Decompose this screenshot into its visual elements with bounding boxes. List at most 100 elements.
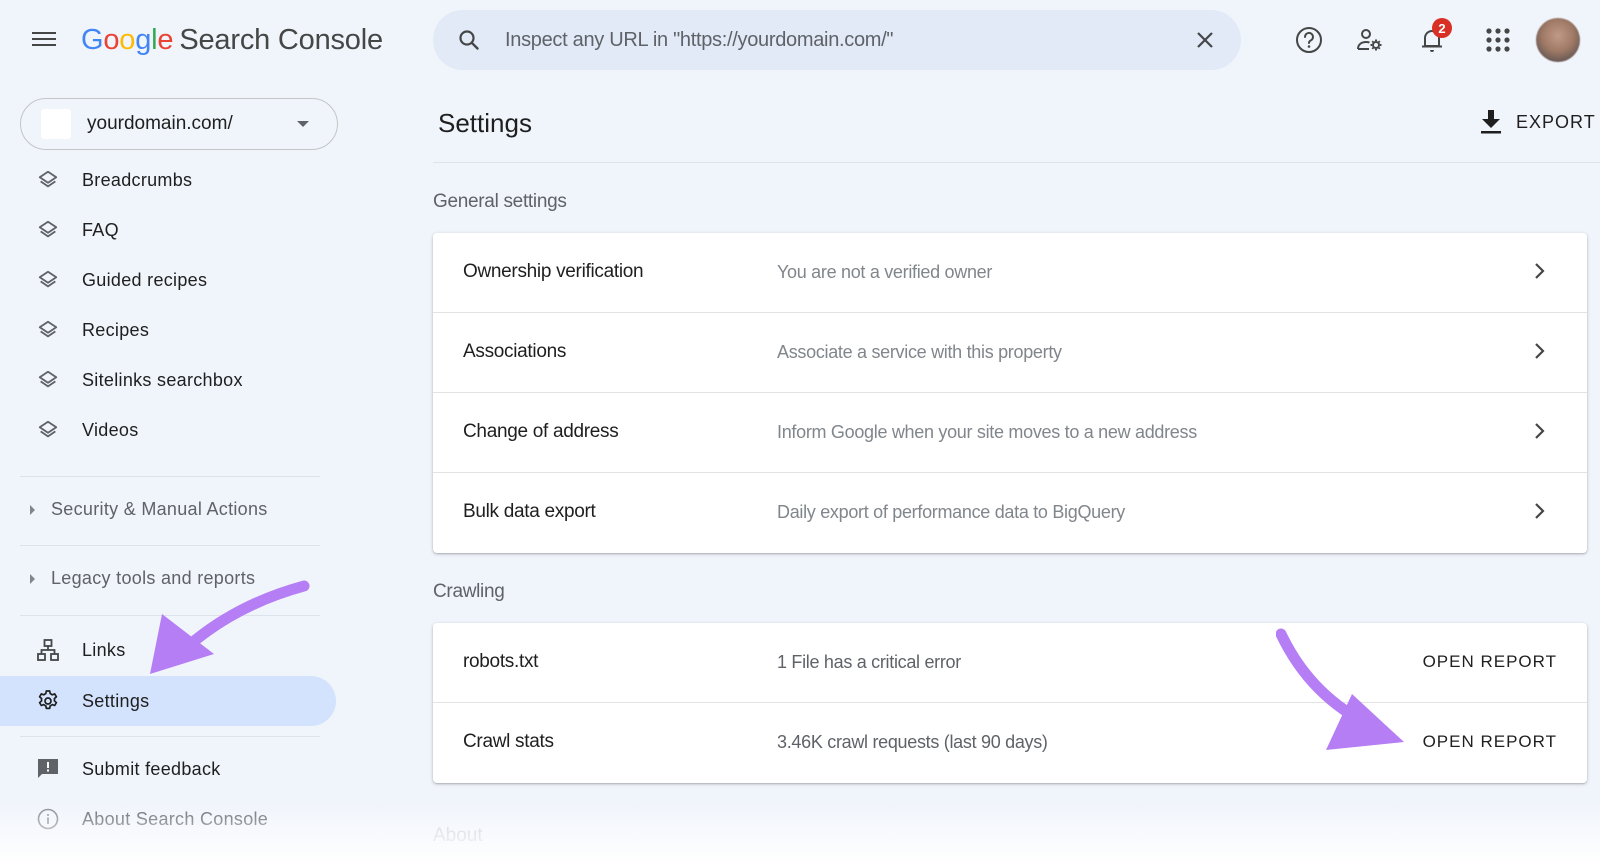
sidebar-item-label: FAQ bbox=[82, 220, 119, 240]
layers-icon bbox=[36, 368, 60, 392]
help-icon bbox=[1296, 27, 1322, 53]
sidebar-divider bbox=[20, 736, 320, 737]
search-icon[interactable] bbox=[457, 28, 481, 57]
notifications-button[interactable]: 2 bbox=[1414, 18, 1452, 58]
sidebar-item-label: Videos bbox=[82, 420, 139, 440]
dropdown-caret-icon bbox=[297, 121, 309, 127]
chevron-right-icon bbox=[1533, 502, 1547, 525]
hamburger-icon-line bbox=[32, 38, 56, 40]
general-settings-card: Ownership verification You are not a veri… bbox=[433, 233, 1587, 553]
logo-letter: g bbox=[135, 24, 152, 56]
search-console-logo[interactable]: Google Search Console bbox=[81, 24, 383, 57]
setting-description: You are not a verified owner bbox=[777, 262, 993, 282]
sidebar-item-label: Submit feedback bbox=[82, 759, 221, 779]
sidebar-divider bbox=[20, 476, 320, 477]
open-report-button[interactable]: OPEN REPORT bbox=[1423, 732, 1557, 752]
general-settings-heading: General settings bbox=[433, 191, 567, 212]
sidebar-item-breadcrumbs[interactable]: Breadcrumbs bbox=[0, 155, 336, 205]
setting-description: Associate a service with this property bbox=[777, 342, 1062, 362]
setting-description: Daily export of performance data to BigQ… bbox=[777, 502, 1125, 522]
sidebar-item-sitelinks-searchbox[interactable]: Sitelinks searchbox bbox=[0, 355, 336, 405]
layers-icon bbox=[36, 268, 60, 292]
manage-users-icon bbox=[1357, 29, 1382, 51]
logo-letter: G bbox=[81, 24, 104, 56]
account-avatar[interactable] bbox=[1536, 18, 1580, 62]
crawling-heading: Crawling bbox=[433, 581, 505, 602]
gear-icon bbox=[36, 689, 60, 713]
crawling-item-name: Crawl stats bbox=[463, 731, 554, 752]
info-icon bbox=[36, 807, 60, 831]
google-apps-button[interactable] bbox=[1480, 22, 1516, 58]
settings-row-associations[interactable]: Associations Associate a service with thi… bbox=[433, 313, 1587, 393]
property-name: yourdomain.com/ bbox=[87, 113, 233, 134]
setting-name: Change of address bbox=[463, 421, 619, 442]
logo-letter: o bbox=[103, 24, 120, 56]
page-title: Settings bbox=[438, 108, 532, 138]
expand-arrow-icon bbox=[30, 505, 35, 515]
sitemap-icon bbox=[36, 638, 60, 662]
sidebar-item-label: Recipes bbox=[82, 320, 150, 340]
chevron-right-icon bbox=[1533, 422, 1547, 445]
crawling-row-robots-txt: robots.txt 1 File has a critical error OPE… bbox=[433, 623, 1587, 703]
product-name: Search Console bbox=[179, 24, 383, 56]
setting-name: Bulk data export bbox=[463, 501, 596, 522]
sidebar-divider bbox=[20, 545, 320, 546]
crawling-row-crawl-stats: Crawl stats 3.46K crawl requests (last 90… bbox=[433, 703, 1587, 783]
crawling-item-status: 1 File has a critical error bbox=[777, 652, 961, 672]
section-label: Security & Manual Actions bbox=[51, 499, 268, 519]
sidebar-item-guided-recipes[interactable]: Guided recipes bbox=[0, 255, 336, 305]
chevron-right-icon bbox=[1533, 342, 1547, 365]
help-button[interactable] bbox=[1291, 22, 1327, 58]
sidebar-item-faq[interactable]: FAQ bbox=[0, 205, 336, 255]
export-label: EXPORT bbox=[1516, 111, 1596, 132]
hamburger-icon-line bbox=[32, 44, 56, 46]
layers-icon bbox=[36, 418, 60, 442]
sidebar-item-label: About Search Console bbox=[82, 809, 269, 829]
section-label: Legacy tools and reports bbox=[51, 568, 256, 588]
sidebar-item-label: Sitelinks searchbox bbox=[82, 370, 243, 390]
main-menu-button[interactable] bbox=[30, 28, 58, 52]
sidebar-item-videos[interactable]: Videos bbox=[0, 405, 336, 455]
download-icon bbox=[1481, 110, 1501, 134]
apps-grid-icon bbox=[1486, 28, 1510, 52]
open-report-button[interactable]: OPEN REPORT bbox=[1423, 652, 1557, 672]
layers-icon bbox=[36, 218, 60, 242]
sidebar-item-recipes[interactable]: Recipes bbox=[0, 305, 336, 355]
crawling-item-name: robots.txt bbox=[463, 651, 539, 672]
top-app-bar: GoogleSearch Console 2 bbox=[0, 0, 1600, 82]
feedback-icon bbox=[36, 757, 60, 781]
settings-row-bulk-data-export[interactable]: Bulk data export Daily export of performa… bbox=[433, 473, 1587, 553]
crawling-card: robots.txt 1 File has a critical error OPE… bbox=[433, 623, 1587, 783]
export-button[interactable]: EXPORT bbox=[1480, 106, 1596, 138]
setting-name: Ownership verification bbox=[463, 261, 644, 282]
about-heading: About bbox=[433, 825, 483, 846]
hamburger-icon bbox=[32, 32, 56, 34]
chevron-right-icon bbox=[1533, 262, 1547, 285]
sidebar-item-label: Settings bbox=[82, 691, 150, 711]
url-inspection-input[interactable] bbox=[505, 20, 1165, 60]
sidebar-item-label: Breadcrumbs bbox=[82, 170, 193, 190]
property-favicon bbox=[41, 109, 71, 139]
sidebar-divider bbox=[20, 615, 320, 616]
user-settings-button[interactable] bbox=[1352, 22, 1388, 58]
logo-letter: o bbox=[119, 24, 136, 56]
sidebar-section-legacy-tools[interactable]: Legacy tools and reports bbox=[0, 555, 320, 603]
layers-icon bbox=[36, 318, 60, 342]
logo-letter: e bbox=[157, 24, 174, 56]
sidebar-item-label: Guided recipes bbox=[82, 270, 208, 290]
sidebar-item-settings[interactable]: Settings bbox=[0, 676, 336, 726]
sidebar-item-links[interactable]: Links bbox=[0, 625, 336, 675]
title-divider bbox=[433, 162, 1600, 163]
sidebar-item-about[interactable]: About Search Console bbox=[0, 794, 336, 844]
property-selector[interactable]: yourdomain.com/ bbox=[20, 98, 338, 150]
setting-description: Inform Google when your site moves to a … bbox=[777, 422, 1197, 442]
notification-badge: 2 bbox=[1432, 18, 1452, 38]
expand-arrow-icon bbox=[30, 574, 35, 584]
settings-row-change-of-address[interactable]: Change of address Inform Google when your… bbox=[433, 393, 1587, 473]
settings-row-ownership-verification[interactable]: Ownership verification You are not a veri… bbox=[433, 233, 1587, 313]
close-icon[interactable] bbox=[1193, 28, 1217, 57]
sidebar-section-security[interactable]: Security & Manual Actions bbox=[0, 486, 320, 534]
sidebar-item-submit-feedback[interactable]: Submit feedback bbox=[0, 744, 336, 794]
url-inspection-search bbox=[433, 10, 1241, 70]
layers-icon bbox=[36, 168, 60, 192]
